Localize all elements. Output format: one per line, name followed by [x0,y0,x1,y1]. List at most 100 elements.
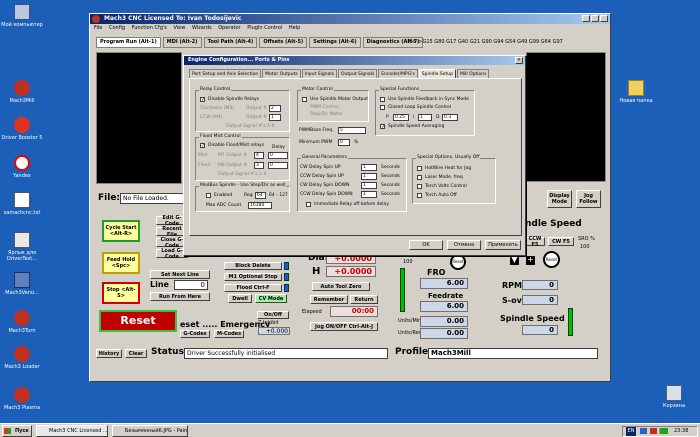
i-field[interactable]: 1 [418,114,432,121]
block-delete-button[interactable]: Block Delete [224,262,282,270]
flood-button[interactable]: Flood Ctrl-F [224,284,282,292]
fro-reset-button[interactable]: Reset [450,254,466,270]
disable-spindle-relays-checkbox[interactable]: ✓ [200,97,205,103]
desktop-icon-mach3-loader[interactable]: Mach3 Loader [0,346,44,370]
m-codes-button[interactable]: M-Codes [214,330,244,338]
cw-spin-down-field[interactable]: 1 [361,182,377,189]
m7-output-field[interactable]: 4 [254,152,264,159]
taskbar: Пуск Mach3 CNC Licensed ... Безымянный6.… [0,423,700,437]
tab-program-run[interactable]: Program Run (Alt-1) [96,37,161,48]
desktop-icon-drivertest[interactable]: Ярлык для DriverTest... [0,232,44,262]
ccw-output-field[interactable]: 1 [269,114,281,121]
spindle-cw-button[interactable]: CW F5 [548,237,574,246]
history-button[interactable]: History [96,349,122,358]
general-params-title: General Parameters [301,155,348,160]
profile-label: Profile: [395,347,432,357]
jog-toggle-button[interactable]: Jog ON/OFF Ctrl-Alt-J [310,322,378,331]
spindle-slider-bar[interactable] [568,308,573,336]
torch-auto-off-checkbox[interactable] [417,193,422,198]
desktop-icon-mach3mill[interactable]: Mach3Mill [0,80,44,104]
modbus-enabled-checkbox[interactable] [206,193,211,198]
menu-plugin-control[interactable]: PlugIn Control [247,25,282,31]
tab-offsets[interactable]: Offsets (Alt-5) [259,37,308,48]
desktop-icon-yandex[interactable]: Yandex [0,155,44,179]
cancel-button[interactable]: Отмена [447,240,481,250]
desktop-icon-my-computer[interactable]: Мой компьютер [0,4,44,28]
tab-mdi[interactable]: MDI (Alt-2) [162,37,202,48]
spindle-minus-icon[interactable]: ▼ [510,256,519,265]
g-codes-button[interactable]: G-Codes [180,330,210,338]
laser-mode-checkbox[interactable] [417,175,422,180]
run-from-here-button[interactable]: Run From Here [150,292,210,301]
feed-hold-button[interactable]: Feed Hold <Spc> [102,252,140,274]
ccw-spin-down-field[interactable]: 1 [361,191,377,198]
menu-file[interactable]: File [94,25,102,31]
jog-follow-button[interactable]: Jog Follow [576,190,601,208]
display-mode-button[interactable]: Display Mode [547,190,572,208]
menu-help[interactable]: Help [289,25,300,31]
immediate-relay-checkbox[interactable] [306,202,311,207]
spindle-feedback-checkbox[interactable] [380,97,385,102]
use-spindle-motor-checkbox[interactable] [302,97,307,102]
hotwire-checkbox[interactable] [417,166,422,171]
minimize-icon[interactable] [582,15,590,22]
spindle-ccw-button[interactable]: CCW F5 [525,236,545,248]
dialog-close-icon[interactable]: × [515,57,523,64]
fro-slider-bar[interactable] [400,268,405,312]
desktop-icon-mach3-plasma[interactable]: Mach3 Plasma [0,387,44,411]
taskbar-item-paint[interactable]: Безымянный6.JPG - Paint [112,425,188,437]
desktop-icon-mach3versi[interactable]: Mach3Versi... [0,272,44,296]
max-adc-field[interactable]: 16380 [248,202,272,209]
m7-output-label: M7 Output # [218,153,248,158]
set-next-line-button[interactable]: Set Next Line [150,270,210,279]
reg-field[interactable]: 64 [255,192,266,199]
cycle-start-button[interactable]: Cycle Start <Alt-R> [102,220,140,242]
desktop-icon-new-folder[interactable]: Новая папка [614,80,658,104]
ok-button[interactable]: OK [409,240,443,250]
m8-output-field[interactable]: 3 [254,162,264,169]
menu-operator[interactable]: Operator [218,25,240,31]
clockwise-output-field[interactable]: 2 [269,105,281,112]
tab-settings[interactable]: Settings (Alt-6) [309,37,361,48]
desktop-icon-driver-booster[interactable]: Driver Booster 5 [0,117,44,141]
spindle-plus-icon[interactable]: + [526,256,535,265]
menu-view[interactable]: View [173,25,185,31]
speed-averaging-checkbox[interactable]: ✓ [380,124,385,130]
torch-auto-off-label: Torch Auto Off [425,193,457,198]
optional-stop-button[interactable]: M1 Optional Stop [224,273,282,281]
clear-button[interactable]: Clear [125,349,147,358]
apply-button[interactable]: Применить [485,240,521,250]
pwmbase-field[interactable]: 5 [338,127,366,134]
desktop-icon-samachcnc[interactable]: samachcnc.txt [0,192,44,216]
close-icon[interactable] [600,15,608,22]
ccw-spin-up-field[interactable]: 1 [361,173,377,180]
menu-config[interactable]: Config [109,25,125,31]
minimum-pwm-field[interactable]: 0 [338,139,350,146]
text-file-icon [14,192,30,208]
maximize-icon[interactable] [591,15,599,22]
m8-delay-field[interactable]: 0 [268,162,288,169]
menu-wizards[interactable]: Wizards [192,25,212,31]
disable-flood-checkbox[interactable]: ✓ [200,143,205,149]
auto-tool-zero-button[interactable]: Auto Tool Zero [312,282,370,291]
taskbar-item-mach3[interactable]: Mach3 CNC Licensed ... [36,425,108,437]
remember-button[interactable]: Remember [310,295,348,304]
stop-button[interactable]: Stop <Alt-S> [102,282,140,304]
desktop-icon-recycle-bin[interactable]: Корзина [652,385,696,409]
return-button[interactable]: Return [350,295,378,304]
on-off-button[interactable]: On/Off [257,311,289,319]
dwell-button[interactable]: Dwell [228,294,252,303]
menu-function-cfg[interactable]: Function Cfg's [132,25,167,31]
p-field[interactable]: 0.25 [393,114,409,121]
cv-mode-button[interactable]: CV Mode [255,294,287,303]
reset-button[interactable]: Reset [99,310,177,332]
m7-delay-field[interactable]: 0 [268,152,288,159]
spindle-reset-button[interactable]: Reset [543,251,560,268]
d-field[interactable]: 0.3 [442,114,458,121]
closed-loop-checkbox[interactable] [380,105,385,110]
torch-volts-checkbox[interactable] [417,184,422,189]
cw-spin-up-field[interactable]: 1 [361,164,377,171]
tab-tool-path[interactable]: Tool Path (Alt-4) [203,37,258,48]
desktop-icon-mach3turn[interactable]: Mach3Turn [0,310,44,334]
language-indicator[interactable]: EN [626,427,636,436]
